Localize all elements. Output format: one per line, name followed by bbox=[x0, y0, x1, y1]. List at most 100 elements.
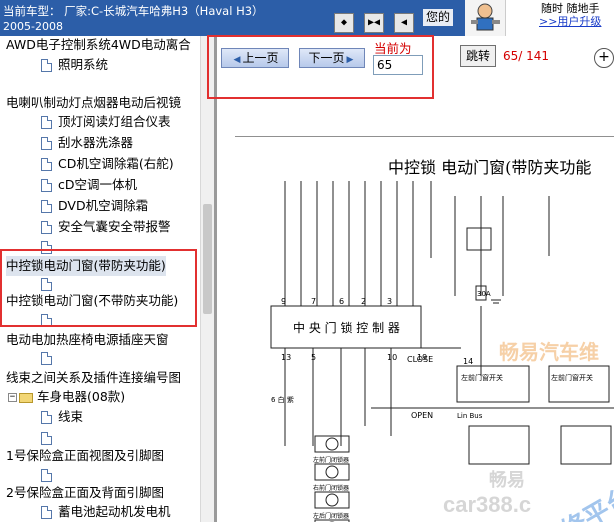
nav-button-2[interactable]: ▶◀ bbox=[364, 13, 384, 33]
document-icon bbox=[41, 411, 52, 424]
document-icon bbox=[41, 506, 52, 519]
document-icon bbox=[41, 352, 52, 365]
tree-node-label: 安全气囊安全带报警 bbox=[58, 219, 171, 234]
zoom-in-icon[interactable]: + bbox=[594, 48, 614, 68]
nav-button-1[interactable]: ◆ bbox=[334, 13, 354, 33]
door-lock-label-1: 左前门闭锁器 bbox=[313, 456, 349, 464]
document-icon bbox=[41, 221, 52, 234]
page-viewer: ◀上一页 下一页▶ 当前为 跳转 65/ 141 + 中控锁 电动门窗(带防夹功… bbox=[217, 36, 614, 522]
tree-node-label: 1号保险盒正面视图及引脚图 bbox=[6, 448, 164, 463]
document-icon bbox=[41, 469, 52, 482]
document-icon bbox=[41, 200, 52, 213]
collapse-icon[interactable]: − bbox=[8, 393, 17, 402]
tree-node-label: DVD机空调除霜 bbox=[58, 198, 149, 213]
prev-page-button[interactable]: ◀ 上一页 bbox=[221, 48, 289, 68]
tree-node-doc[interactable] bbox=[41, 310, 58, 330]
next-page-label: 下一页 bbox=[308, 51, 345, 65]
pin-6: 6 bbox=[339, 297, 344, 306]
document-icon bbox=[41, 59, 52, 72]
tree-node-label: 照明系统 bbox=[58, 57, 109, 72]
controller-label: 中 央 门 锁 控 制 器 bbox=[293, 320, 400, 335]
tree-node-category[interactable]: 中控锁电动门窗(不带防夹功能) bbox=[6, 291, 178, 311]
tree-node-doc[interactable] bbox=[41, 348, 58, 368]
pin-10: 10 bbox=[387, 353, 397, 362]
car-model-label: 当前车型： 厂家:C-长城汽车哈弗H3（Haval H3） bbox=[3, 4, 264, 18]
tree-node-category[interactable]: 线束之间关系及插件连接编号图 bbox=[6, 368, 181, 388]
pin-7: 7 bbox=[311, 297, 316, 306]
tree-node-doc[interactable]: 刮水器洗涤器 bbox=[41, 133, 133, 153]
page-count: 65/ 141 bbox=[503, 49, 550, 63]
catalog-tree: AWD电子控制系统4WD电动离合 照明系统 电喇叭制动灯点烟器电动后视镜 顶灯阅… bbox=[0, 36, 200, 522]
document-icon bbox=[41, 314, 52, 327]
tree-node-category[interactable]: 电喇叭制动灯点烟器电动后视镜 bbox=[6, 93, 181, 113]
tree-node-folder[interactable]: − 车身电器(08款) bbox=[8, 387, 125, 407]
right-arrow-icon: ▶ bbox=[346, 55, 354, 65]
promo-panel: 随时 随地手 >>用户升级 bbox=[505, 0, 614, 36]
tree-node-label: 2号保险盒正面及背面引脚图 bbox=[6, 485, 164, 500]
pin-19: 19 bbox=[417, 353, 427, 362]
pin-14: 14 bbox=[463, 357, 473, 366]
tree-node-label: 顶灯阅读灯组合仪表 bbox=[58, 114, 171, 129]
fuse-label: 30A bbox=[477, 290, 491, 298]
tree-node-doc[interactable]: DVD机空调除霜 bbox=[41, 196, 148, 216]
tree-node-label: 线束之间关系及插件连接编号图 bbox=[6, 370, 182, 385]
tree-node-label: 电喇叭制动灯点烟器电动后视镜 bbox=[6, 95, 182, 110]
tree-node-doc[interactable]: 蓄电池起动机发电机 bbox=[41, 502, 171, 522]
mascot-icon bbox=[465, 0, 505, 36]
door-lock-label-2: 右前门闭锁器 bbox=[313, 484, 349, 492]
left-arrow-icon: ◀ bbox=[233, 55, 241, 65]
tree-node-label: 电动电加热座椅电源插座天窗 bbox=[6, 332, 169, 347]
tree-node-label: 中控锁电动门窗(不带防夹功能) bbox=[6, 293, 179, 308]
window-switch-label-1: 左前门窗开关 bbox=[461, 373, 503, 382]
watermark-text: 畅易 bbox=[489, 470, 525, 490]
tree-node-label: 蓄电池起动机发电机 bbox=[58, 504, 171, 519]
watermark-text: 畅易汽车维 bbox=[499, 342, 599, 364]
header-bar: 当前车型： 厂家:C-长城汽车哈弗H3（Haval H3） 2005-2008 … bbox=[0, 0, 614, 36]
tree-node-doc[interactable]: 安全气囊安全带报警 bbox=[41, 217, 171, 237]
car-model-info: 当前车型： 厂家:C-长城汽车哈弗H3（Haval H3） 2005-2008 bbox=[3, 3, 333, 35]
tree-node-category[interactable]: 电动电加热座椅电源插座天窗 bbox=[6, 330, 169, 350]
door-lock-label-3: 左后门闭锁器 bbox=[313, 512, 349, 520]
next-page-button[interactable]: 下一页 ▶ bbox=[299, 48, 365, 68]
document-icon bbox=[41, 116, 52, 129]
tree-scrollbar-thumb[interactable] bbox=[203, 204, 212, 314]
tree-node-doc[interactable]: 照明系统 bbox=[41, 55, 108, 75]
wire-color-label: 6 白 紫 bbox=[271, 395, 294, 404]
tree-node-category[interactable]: 1号保险盒正面视图及引脚图 bbox=[6, 446, 164, 466]
watermark-text: car388.c bbox=[443, 492, 532, 517]
document-icon bbox=[41, 241, 52, 254]
tree-node-doc[interactable]: 线束 bbox=[41, 407, 83, 427]
document-icon bbox=[41, 179, 52, 192]
nav-button-3[interactable]: ◀ bbox=[394, 13, 414, 33]
tree-node-category[interactable]: AWD电子控制系统4WD电动离合 bbox=[6, 36, 191, 55]
page-number-input[interactable] bbox=[373, 55, 423, 75]
pin-9: 9 bbox=[281, 297, 286, 306]
open-label: OPEN bbox=[411, 411, 433, 420]
pin-5: 5 bbox=[311, 353, 316, 362]
tree-node-category[interactable]: 2号保险盒正面及背面引脚图 bbox=[6, 483, 164, 503]
tree-node-label: 线束 bbox=[58, 409, 84, 424]
document-icon bbox=[41, 158, 52, 171]
document-icon bbox=[41, 137, 52, 150]
tree-node-doc[interactable]: 顶灯阅读灯组合仪表 bbox=[41, 112, 171, 132]
pin-2: 2 bbox=[361, 297, 366, 306]
tree-node-label: 中控锁电动门窗(带防夹功能) bbox=[6, 258, 166, 273]
tree-node-doc[interactable]: cD空调一体机 bbox=[41, 175, 137, 195]
pin-13: 13 bbox=[281, 353, 291, 362]
tree-scrollbar[interactable] bbox=[200, 36, 215, 522]
wiring-diagram: 中 央 门 锁 控 制 器 CLOSE OPEN 30A 左前门窗开关 左前门窗… bbox=[235, 136, 614, 522]
document-icon bbox=[41, 432, 52, 445]
jump-button[interactable]: 跳转 bbox=[460, 45, 496, 67]
tree-node-label: CD机空调除霜(右舵) bbox=[58, 156, 174, 171]
document-icon bbox=[41, 278, 52, 291]
tree-node-doc[interactable]: CD机空调除霜(右舵) bbox=[41, 154, 174, 174]
tree-node-doc[interactable] bbox=[41, 465, 58, 485]
upgrade-link[interactable]: >>用户升级 bbox=[539, 13, 601, 29]
tree-node-doc[interactable] bbox=[41, 428, 58, 448]
lin-bus-label: Lin Bus bbox=[457, 412, 483, 420]
tree-node-selected[interactable]: 中控锁电动门窗(带防夹功能) bbox=[6, 256, 166, 276]
greeting-text: 您的 bbox=[423, 9, 454, 26]
tree-node-doc[interactable] bbox=[41, 237, 58, 257]
year-range: 2005-2008 bbox=[3, 20, 63, 33]
window-switch-label-2: 左前门窗开关 bbox=[551, 373, 593, 382]
